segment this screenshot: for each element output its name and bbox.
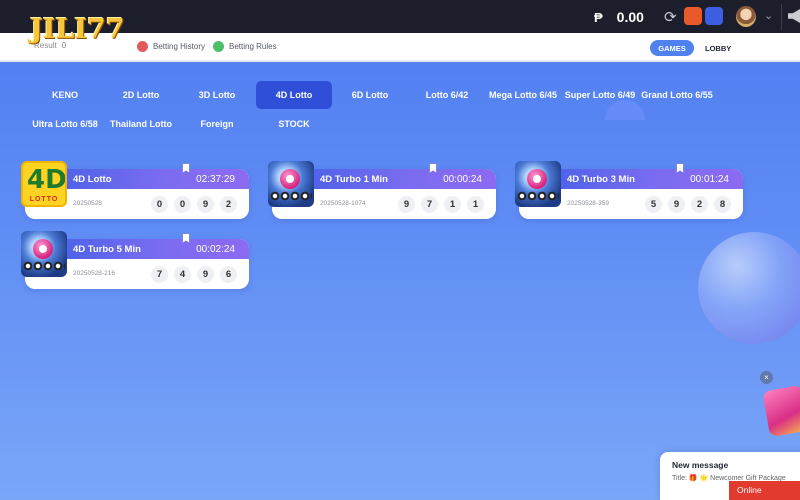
- site-logo[interactable]: JILI77: [30, 14, 125, 45]
- result-ball: 1: [467, 196, 484, 213]
- tab-4d-lotto[interactable]: 4D Lotto: [256, 81, 332, 109]
- game-name: 4D Turbo 5 Min: [73, 244, 141, 255]
- tab-3d-lotto[interactable]: 3D Lotto: [182, 81, 252, 109]
- pink-ball-icon: [527, 169, 547, 189]
- logo-subtext: LOTTO: [29, 196, 59, 203]
- tab-keno[interactable]: KENO: [30, 81, 100, 109]
- game-name: 4D Turbo 3 Min: [567, 174, 635, 185]
- tab-lotto-6-42[interactable]: Lotto 6/42: [412, 81, 482, 109]
- avatar[interactable]: [736, 6, 756, 27]
- betting-rules-label: Betting Rules: [229, 42, 277, 51]
- message-title: New message: [672, 460, 729, 470]
- gift-box-icon[interactable]: [762, 384, 800, 438]
- draw-number: 20250528-359: [567, 200, 609, 207]
- close-icon[interactable]: ×: [760, 371, 773, 384]
- turbo-balls-image[interactable]: [21, 231, 67, 277]
- lobby-button[interactable]: LOBBY: [705, 44, 731, 53]
- history-icon: [137, 41, 148, 52]
- balance-amount: 0.00: [616, 9, 644, 25]
- result-ball: 2: [691, 196, 708, 213]
- draw-number: 20250528-1074: [320, 200, 366, 207]
- game-name: 4D Lotto: [73, 174, 112, 185]
- online-chat-button[interactable]: Online: [729, 481, 800, 500]
- draw-number: 20250528-216: [73, 270, 115, 277]
- rules-icon: [213, 41, 224, 52]
- divider: [781, 4, 782, 30]
- betting-history-link[interactable]: Betting History: [137, 41, 205, 52]
- draw-number: 20250528: [73, 200, 102, 207]
- currency-symbol: ₱: [594, 9, 603, 25]
- ball-row-icon: [270, 191, 312, 201]
- tab-super-lotto-6-49[interactable]: Super Lotto 6/49: [563, 81, 637, 109]
- deposit-icon[interactable]: [684, 7, 702, 25]
- tab-grand-lotto-6-55[interactable]: Grand Lotto 6/55: [640, 81, 714, 109]
- game-name: 4D Turbo 1 Min: [320, 174, 388, 185]
- games-button[interactable]: GAMES: [650, 40, 694, 56]
- result-ball: 9: [197, 266, 214, 283]
- tab-6d-lotto[interactable]: 6D Lotto: [335, 81, 405, 109]
- ball-row-icon: [517, 191, 559, 201]
- countdown-timer: 00:00:24: [443, 174, 482, 185]
- result-ball: 0: [174, 196, 191, 213]
- betting-rules-link[interactable]: Betting Rules: [213, 41, 277, 52]
- tab-thailand-lotto[interactable]: Thailand Lotto: [106, 110, 176, 138]
- result-ball: 5: [645, 196, 662, 213]
- chevron-down-icon[interactable]: ⌄: [764, 9, 773, 22]
- turbo-balls-image[interactable]: [515, 161, 561, 207]
- countdown-timer: 02:37:29: [196, 174, 235, 185]
- tab-mega-lotto-6-45[interactable]: Mega Lotto 6/45: [486, 81, 560, 109]
- result-ball: 7: [421, 196, 438, 213]
- turbo-balls-image[interactable]: [268, 161, 314, 207]
- speaker-icon[interactable]: [788, 9, 800, 23]
- result-ball: 9: [668, 196, 685, 213]
- result-ball: 9: [398, 196, 415, 213]
- result-ball: 2: [220, 196, 237, 213]
- countdown-timer: 00:02:24: [196, 244, 235, 255]
- result-ball: 7: [151, 266, 168, 283]
- result-ball: 1: [444, 196, 461, 213]
- decorative-orb: [698, 232, 800, 344]
- betting-history-label: Betting History: [153, 42, 206, 51]
- tab-ultra-lotto-6-58[interactable]: Ultra Lotto 6/58: [30, 110, 100, 138]
- logo-text: 4D: [27, 165, 67, 195]
- tab-2d-lotto[interactable]: 2D Lotto: [106, 81, 176, 109]
- tab-stock[interactable]: STOCK: [259, 110, 329, 138]
- result-ball: 9: [197, 196, 214, 213]
- 4d-lotto-logo[interactable]: 4D LOTTO: [21, 161, 67, 207]
- pink-ball-icon: [280, 169, 300, 189]
- withdraw-icon[interactable]: [705, 7, 723, 25]
- result-ball: 8: [714, 196, 731, 213]
- ball-row-icon: [23, 261, 65, 271]
- refresh-icon[interactable]: ⟳: [664, 8, 680, 26]
- countdown-timer: 00:01:24: [690, 174, 729, 185]
- result-ball: 6: [220, 266, 237, 283]
- pink-ball-icon: [33, 239, 53, 259]
- result-ball: 0: [151, 196, 168, 213]
- tab-foreign[interactable]: Foreign: [182, 110, 252, 138]
- result-ball: 4: [174, 266, 191, 283]
